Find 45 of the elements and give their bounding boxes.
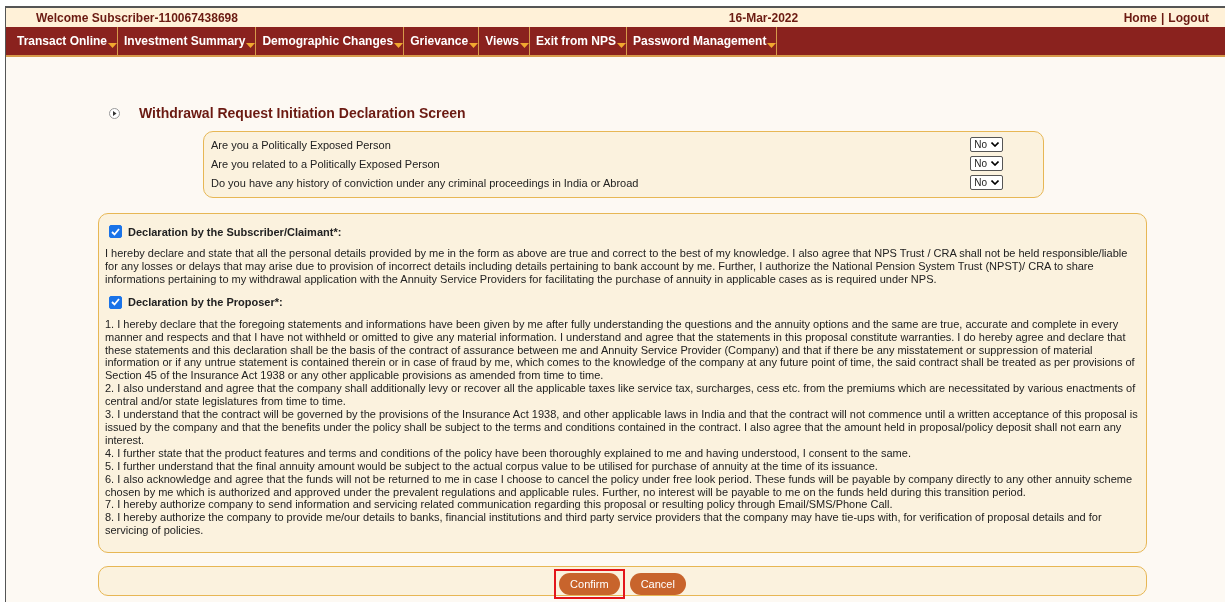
header-link[interactable]: Logout bbox=[1168, 10, 1209, 25]
menu-item[interactable]: Views bbox=[479, 27, 530, 55]
welcome-text: Welcome Subscriber-110067438698 bbox=[36, 10, 239, 25]
caret-icon bbox=[469, 42, 479, 48]
question-label: Do you have any history of conviction under any criminal proceedings in India or Abroad bbox=[211, 176, 639, 189]
declaration-heading: Declaration by the Subscriber/Claimant*: bbox=[128, 225, 342, 238]
chevron-icon bbox=[991, 180, 999, 185]
question-label: Are you a Politically Exposed Person bbox=[211, 138, 391, 151]
question-label: Are you related to a Politically Exposed Person bbox=[211, 157, 440, 170]
declaration-text: 7. I hereby authorize company to send information and servicing related communication regarding this proposal or resulting policy through Email/SMS/Phone Call. bbox=[105, 498, 894, 512]
action-button[interactable]: Confirm bbox=[559, 573, 620, 596]
chevron-icon bbox=[991, 142, 999, 147]
separator-text: | bbox=[1161, 10, 1165, 25]
bullet-icon bbox=[109, 107, 120, 119]
caret-icon bbox=[520, 42, 529, 48]
declaration-text: 1. I hereby declare that the foregoing statements and informations have been given by me after fully understanding the questions and the annuity options and the same are true, accurate and complete in every manner and respects and that I have not withheld or omitted to give any material information. I understand and agree that the statements in this proposal constitute warranties. I do hereby agree and declare that these statements and this declaration shall be the basis of the contract of assurance between me and Annuity Service Provider (Company) and that if there be any misstatement or suppression of material information or if any untrue statement is contained therein or in case of fraud by me, which comes to the knowledge of the company at any future point of time, the said contract shall be treated as per provisions of Section 45 of the Insurance Act 1938 or any other applicable provisions as amended from time to time. bbox=[105, 317, 1136, 383]
declaration-text: 3. I understand that the contract will be governed by the provisions of the Insurance Act 1938, and other applicable laws in India and that the contract will not commence until a written acceptance of this proposal is issued by the company and that the benefits under the policy shall be subject to the terms and conditions contained in the contract. I also agree that the amount held in proposal/policy deposit shall not earn any interest. bbox=[105, 408, 1139, 447]
menu-item[interactable]: Exit from NPS bbox=[530, 27, 627, 55]
chevron-icon bbox=[991, 161, 999, 166]
caret-icon bbox=[108, 42, 118, 48]
menu-item[interactable]: Password Management bbox=[627, 27, 778, 55]
declaration-text: 4. I further state that the product features and terms and conditions of the policy have been thoroughly explained to me and having understood, I consent to the same. bbox=[105, 446, 912, 460]
declaration-text: 6. I also acknowledge and agree that the funds will not be returned to me in case I choose to cancel the policy under free look period. These funds will be payable by company directly to any other annuity scheme chosen by me which is authorized and approved under the prevalent regulations and applicable rules. Further, no interest will be payable to me on the funds held during this transition period. bbox=[105, 472, 1134, 499]
menu-item[interactable]: Transact Online bbox=[11, 27, 119, 55]
declaration-text: I hereby declare and state that all the personal details provided by me in the form as above are true and correct to the best of my knowledge. I also agree that NPS Trust / CRA shall not be held responsible/liable for any losses or delays that may arise due to provision of incorrect details including details pertaining to bank account by me. Further, I authorize the National Pension System Trust (NPST)/ CRA to share informations pertaining to my withdrawal application with the Annuity Service Providers for facilitating the purchase of annuity in applicable cases as is required under NPS. bbox=[105, 247, 1129, 286]
declaration-heading: Declaration by the Proposer*: bbox=[128, 296, 283, 309]
date-text: 16-Mar-2022 bbox=[727, 10, 800, 25]
declaration-text: 8. I hereby authorize the company to provide me/our details to banks, financial institutions and third party service providers that the company may have tie-ups with, for verification of proposal details and for servicing of policies. bbox=[105, 511, 1103, 538]
page-title: Withdrawal Request Initiation Declaration Screen bbox=[139, 105, 466, 121]
menu-item[interactable]: Demographic Changes bbox=[256, 27, 405, 55]
action-button[interactable]: Cancel bbox=[629, 573, 686, 596]
header-link[interactable]: Home bbox=[1123, 10, 1157, 25]
declaration-checkbox[interactable] bbox=[109, 295, 122, 309]
menu-item[interactable]: Grievance bbox=[404, 27, 480, 55]
declaration-text: 2. I also understand and agree that the company shall additionally levy or recover all the applicable taxes like service tax, surcharges, cess etc. from the premiums which are necessitated by various enactments of central and/or state legislatures from time to time. bbox=[105, 382, 1137, 409]
answer-dropdown[interactable]: No bbox=[970, 137, 1003, 152]
declaration-checkbox[interactable] bbox=[109, 225, 122, 238]
answer-dropdown[interactable]: No bbox=[970, 175, 1003, 190]
caret-icon bbox=[246, 42, 256, 48]
declaration-text: 5. I further understand that the final annuity amount would be subject to the actual corpus value to be utilised for purchase of annuity at the time of its issuance. bbox=[105, 459, 879, 473]
answer-dropdown[interactable]: No bbox=[970, 156, 1003, 171]
caret-icon bbox=[394, 42, 404, 48]
caret-icon bbox=[767, 42, 777, 48]
caret-icon bbox=[617, 42, 626, 48]
menu-item[interactable]: Investment Summary bbox=[118, 27, 257, 55]
